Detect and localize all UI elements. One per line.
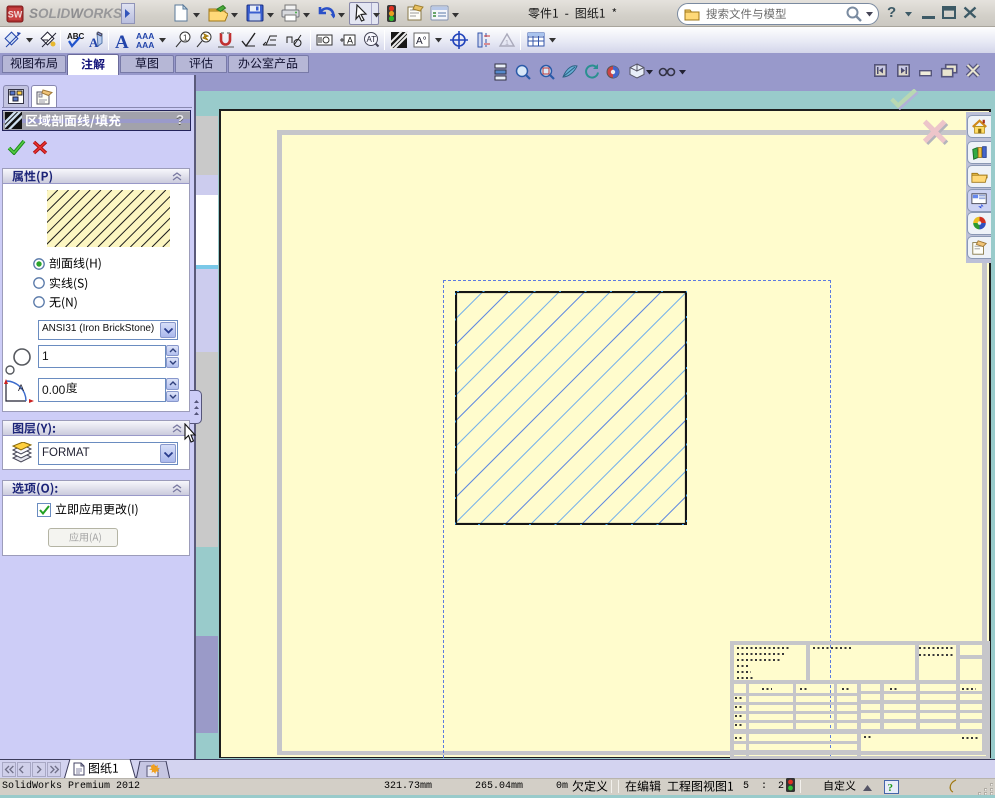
svg-text:AT: AT xyxy=(367,35,377,44)
svg-text:ABC: ABC xyxy=(67,32,85,41)
svg-text:AAA: AAA xyxy=(136,40,154,49)
svg-text:1: 1 xyxy=(505,40,509,47)
svg-text:A: A xyxy=(347,36,353,46)
svg-text:A°: A° xyxy=(416,36,427,47)
svg-text:A: A xyxy=(18,383,24,393)
svg-text:A: A xyxy=(115,32,129,49)
svg-text:1: 1 xyxy=(183,34,188,43)
svg-text:SW: SW xyxy=(8,10,23,20)
svg-text:?: ? xyxy=(888,782,894,794)
